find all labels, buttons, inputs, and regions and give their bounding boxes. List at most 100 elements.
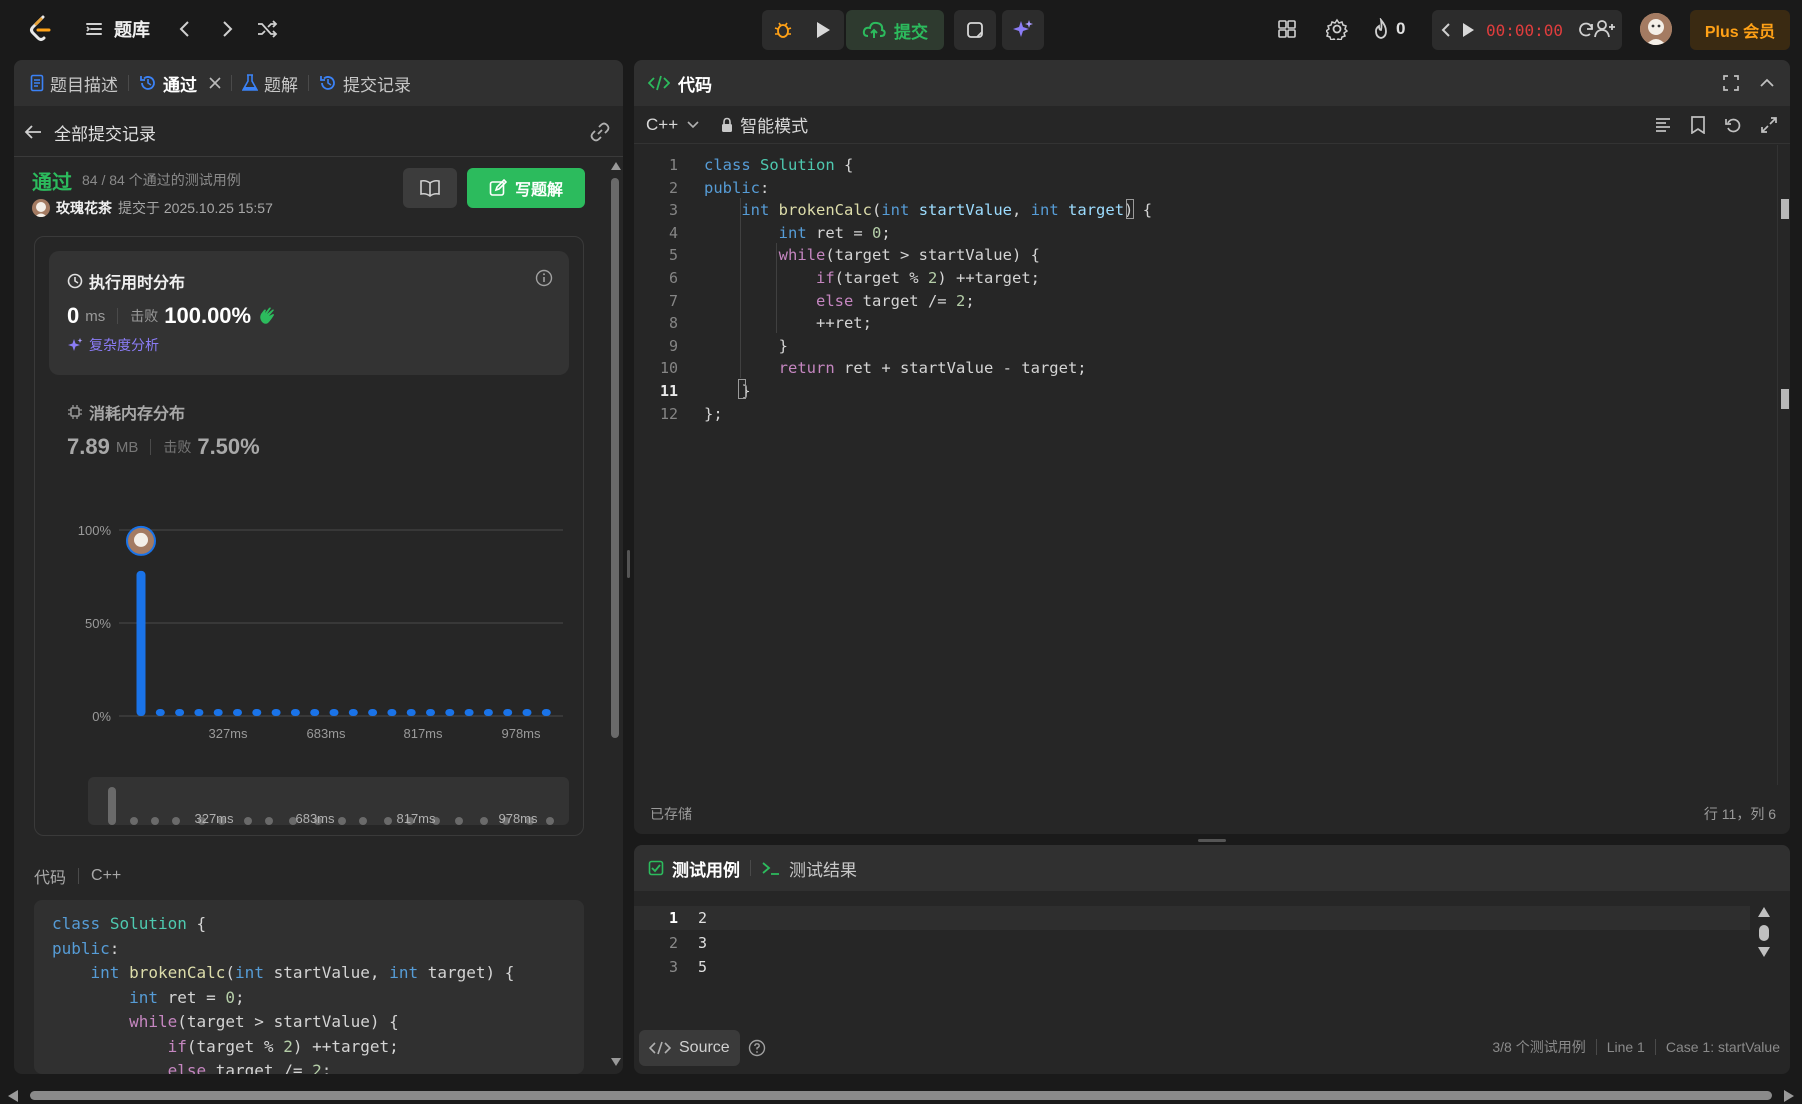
language-select[interactable]: C++ xyxy=(646,115,700,135)
info-icon[interactable] xyxy=(535,269,553,287)
shuffle-icon[interactable] xyxy=(252,14,282,44)
scroll-right-icon[interactable] xyxy=(1784,1090,1794,1102)
ai-sparkle-icon[interactable] xyxy=(1002,10,1044,50)
submitted-code: class Solution {public: int brokenCalc(i… xyxy=(52,912,514,1074)
code-line: int brokenCalc(int startValue, int targe… xyxy=(90,963,515,982)
line-number: 11 xyxy=(659,381,678,400)
submitted-code-block[interactable]: class Solution {public: int brokenCalc(i… xyxy=(34,900,584,1074)
page-horizontal-scrollbar[interactable] xyxy=(0,1086,1802,1104)
chart-user-avatar-face xyxy=(134,532,148,547)
source-button[interactable]: Source xyxy=(639,1030,740,1066)
add-friend-icon[interactable] xyxy=(1590,14,1620,44)
code-line: class Solution { xyxy=(704,156,854,174)
testcase-line[interactable]: 35 xyxy=(634,955,1750,979)
minimap-dot xyxy=(338,817,346,825)
close-icon[interactable] xyxy=(209,77,221,89)
left-scrollbar[interactable] xyxy=(608,156,623,1074)
editor-scrollbar[interactable] xyxy=(1777,145,1790,785)
chart-bar xyxy=(445,709,455,716)
runtime-distribution-chart: 100% 50% 0% 327ms 683ms 817ms 978ms xyxy=(78,523,563,741)
leetcode-logo-icon[interactable] xyxy=(26,14,56,44)
memory-beats: 7.50% xyxy=(197,434,260,459)
undo-reset-icon[interactable] xyxy=(1724,116,1742,134)
book-icon[interactable] xyxy=(403,168,457,208)
problem-bank-button[interactable]: 题库 xyxy=(84,14,150,44)
timer-collapse-icon[interactable] xyxy=(1438,15,1454,45)
fullscreen-icon[interactable] xyxy=(1722,74,1740,92)
tab-accepted[interactable]: 通过 xyxy=(129,60,231,106)
testcase-scrollbar[interactable] xyxy=(1754,903,1774,995)
tab-solutions[interactable]: 题解 xyxy=(232,60,308,106)
divider xyxy=(14,156,623,157)
minimap-dot xyxy=(172,817,180,825)
editor-header-actions xyxy=(1722,74,1776,92)
minimap-dot xyxy=(244,817,252,825)
tab-description[interactable]: 题目描述 xyxy=(20,60,128,106)
settings-gear-icon[interactable] xyxy=(1322,14,1352,44)
editor-header: 代码 xyxy=(634,60,1790,106)
format-align-icon[interactable] xyxy=(1654,116,1672,134)
submitter-name[interactable]: 玫瑰花茶 xyxy=(56,198,112,218)
tab-testcase[interactable]: 测试用例 xyxy=(648,856,740,881)
left-panel: 题目描述 通过 题解 提交记录 全部提交记录 通过 84 / 84 个通过的测试… xyxy=(14,60,623,1074)
memory-value: 7.89 xyxy=(67,434,110,459)
problem-bank-label: 题库 xyxy=(114,20,150,40)
chart-range-slider[interactable]: 327ms 683ms 817ms 978ms xyxy=(88,777,569,825)
debug-icon[interactable] xyxy=(763,10,803,50)
chart-bar xyxy=(464,709,474,716)
clap-icon xyxy=(260,307,275,324)
submit-button[interactable]: 提交 xyxy=(846,10,944,50)
streak-counter[interactable]: 0 xyxy=(1372,14,1405,44)
divider xyxy=(117,308,119,324)
editor-toolbar: C++ 智能模式 xyxy=(634,106,1790,144)
memory-card[interactable]: 消耗内存分布 7.89 MB 击败 7.50% xyxy=(49,382,569,474)
runtime-card[interactable]: 执行用时分布 0 ms 击败 100.00% 复杂度分析 xyxy=(49,251,569,375)
testcase-tab-bar: 测试用例 测试结果 xyxy=(634,845,1790,891)
tab-submissions[interactable]: 提交记录 xyxy=(309,60,421,106)
write-solution-button[interactable]: 写题解 xyxy=(467,168,585,208)
panel-resize-handle[interactable] xyxy=(1198,839,1226,842)
testcase-line-number: 3 xyxy=(668,958,678,976)
plus-membership-button[interactable]: Plus 会员 xyxy=(1690,10,1790,50)
streak-count: 0 xyxy=(1396,19,1406,38)
chart-bar xyxy=(213,709,223,716)
note-icon[interactable] xyxy=(954,10,996,50)
submit-label: 提交 xyxy=(894,22,928,42)
line-number: 2 xyxy=(668,178,678,197)
run-play-icon[interactable] xyxy=(803,10,843,50)
layout-grid-icon[interactable] xyxy=(1272,14,1302,44)
smart-mode[interactable]: 智能模式 xyxy=(720,112,808,137)
testcase-line[interactable]: 12 xyxy=(634,906,1750,930)
scroll-thumb[interactable] xyxy=(30,1091,1772,1100)
help-icon[interactable] xyxy=(748,1039,766,1057)
line-number: 12 xyxy=(659,404,678,423)
link-icon[interactable] xyxy=(586,118,614,146)
expand-icon[interactable] xyxy=(1760,116,1778,134)
complexity-analysis-link[interactable]: 复杂度分析 xyxy=(67,335,159,355)
chart-bar xyxy=(329,709,339,716)
minimap-dot xyxy=(151,817,159,825)
tab-test-result[interactable]: 测试结果 xyxy=(761,856,857,881)
submitter-avatar[interactable] xyxy=(32,199,50,217)
panel-resize-handle[interactable] xyxy=(627,550,630,578)
x-tick-label: 327ms xyxy=(208,726,248,741)
back-to-submissions[interactable]: 全部提交记录 xyxy=(24,112,156,152)
memory-values: 7.89 MB 击败 7.50% xyxy=(67,434,260,460)
code-editor[interactable]: 1 2 3 4 5 6 7 8 9 10 11 12 class Solution {public: … xyxy=(634,145,1790,785)
user-avatar[interactable] xyxy=(1640,13,1672,45)
tab-testcase-label: 测试用例 xyxy=(672,860,740,880)
code-content[interactable]: class Solution {public: int brokenCalc(i… xyxy=(704,154,1152,425)
saved-status: 已存储 xyxy=(650,806,692,822)
line-number: 4 xyxy=(668,223,678,242)
testcase-line[interactable]: 23 xyxy=(634,931,1750,955)
divider xyxy=(1595,1039,1597,1055)
language-label: C++ xyxy=(646,114,679,134)
scroll-left-icon[interactable] xyxy=(8,1090,18,1102)
timer-play-icon[interactable] xyxy=(1458,15,1478,45)
chevron-up-icon[interactable] xyxy=(1758,74,1776,92)
chevron-left-icon[interactable] xyxy=(170,14,200,44)
bookmark-icon[interactable] xyxy=(1690,115,1706,134)
testcase-editor[interactable]: 122335 xyxy=(634,903,1750,995)
chevron-right-icon[interactable] xyxy=(212,14,242,44)
write-solution-label: 写题解 xyxy=(514,182,563,199)
